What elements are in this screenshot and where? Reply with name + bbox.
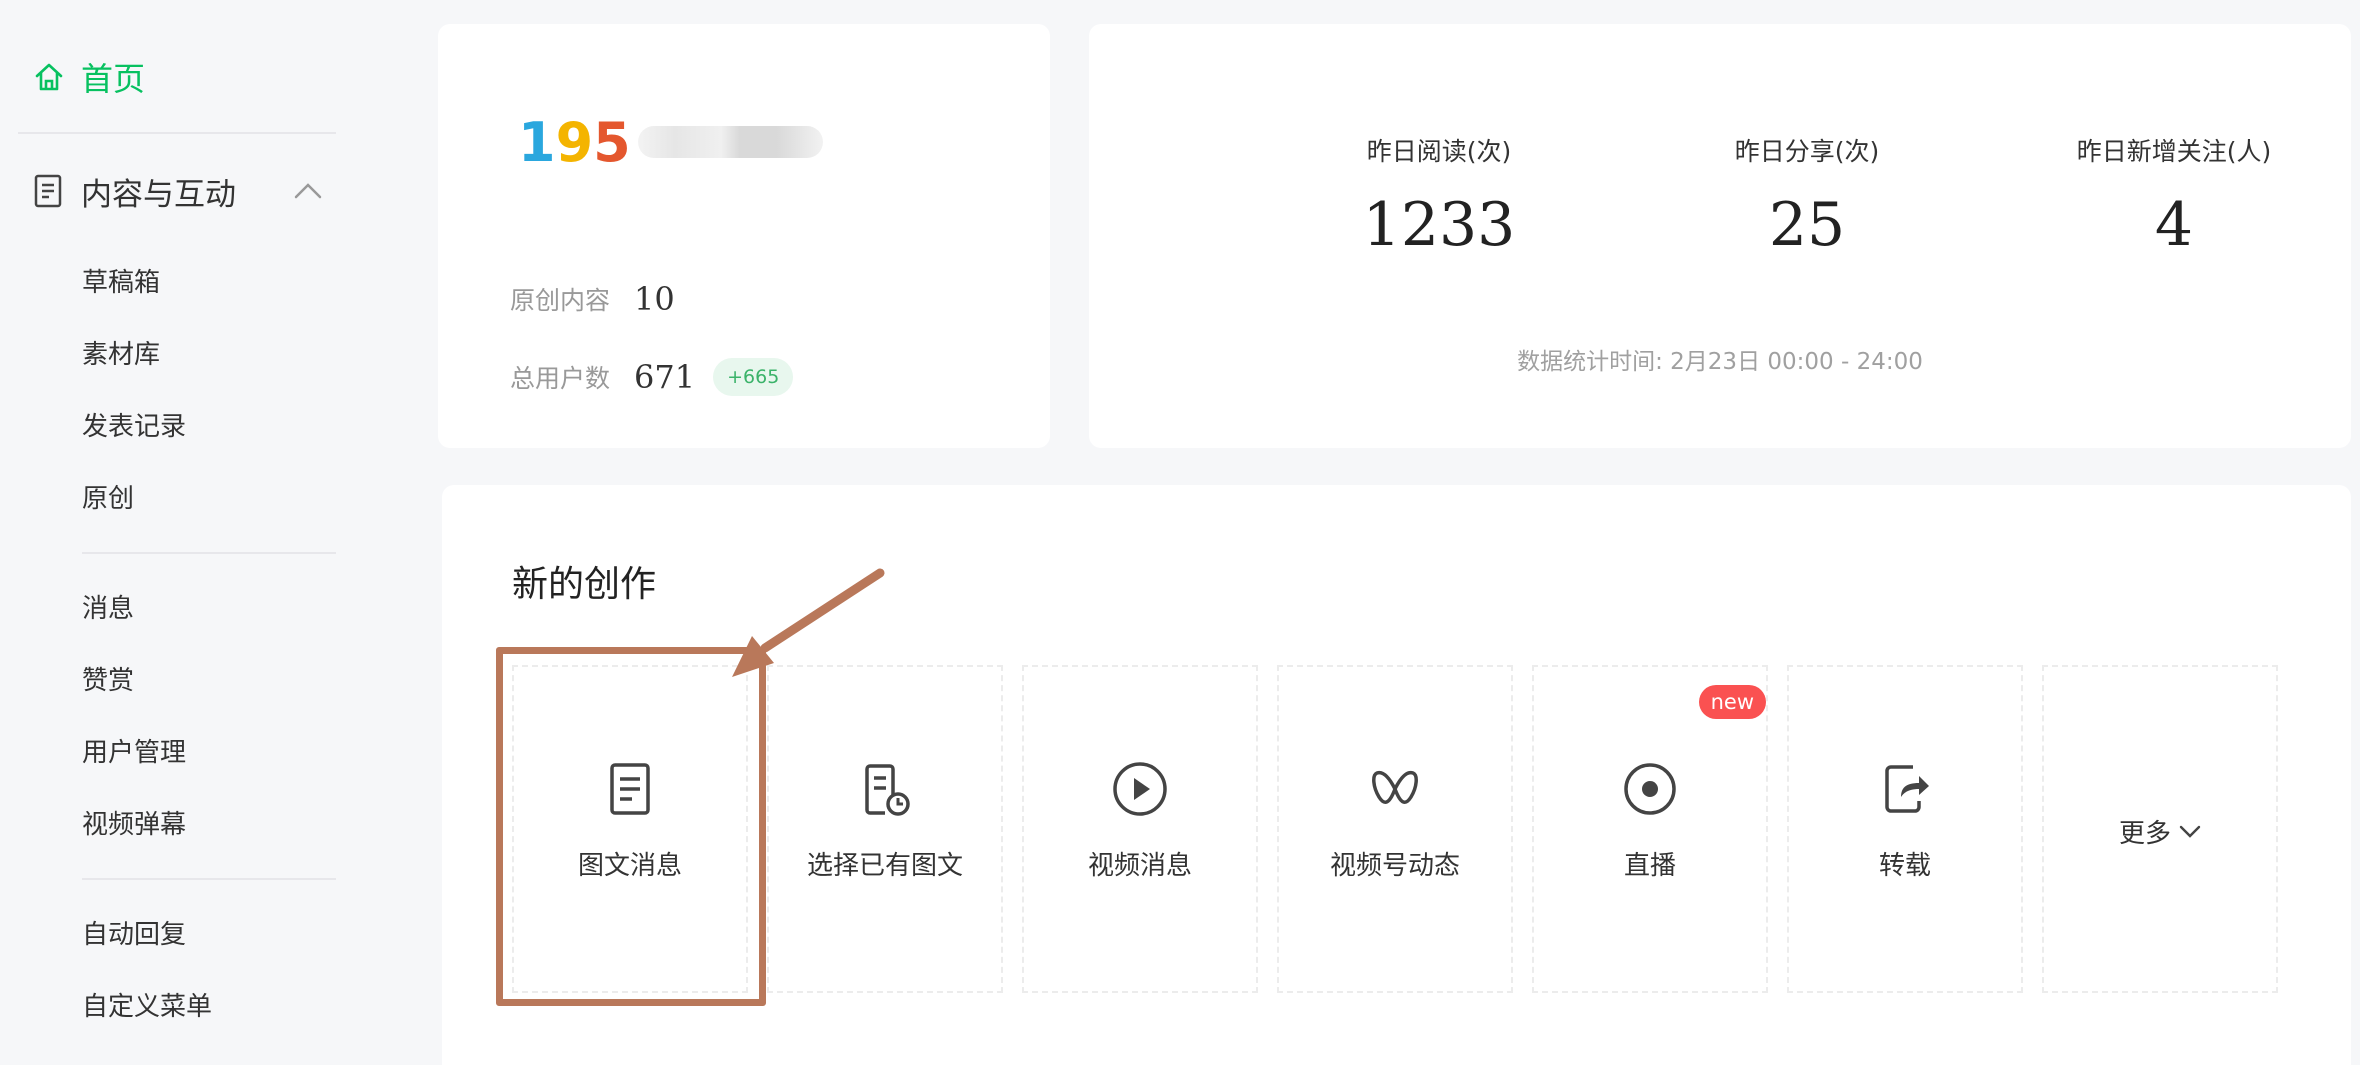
original-content-value[interactable]: 10 [634, 280, 675, 318]
stats-time-note: 数据统计时间: 2月23日 00:00 - 24:00 [1517, 349, 1923, 375]
stat-read-value: 1233 [1362, 190, 1516, 260]
chevron-down-icon [2179, 825, 2201, 838]
sidebar-item-custom-menu[interactable]: 自定义菜单 [82, 987, 212, 1027]
total-users-row: 总用户数 671 +665 [510, 358, 794, 396]
total-users-value[interactable]: 671 [634, 358, 695, 396]
stat-share-value: 25 [1768, 190, 1846, 260]
sidebar-item-publish-history[interactable]: 发表记录 [82, 407, 186, 447]
create-title: 新的创作 [512, 564, 657, 605]
sidebar-item-original[interactable]: 原创 [82, 479, 134, 519]
original-content-label: 原创内容 [510, 286, 611, 315]
total-users-label: 总用户数 [510, 364, 611, 393]
sidebar-item-rewards[interactable]: 赞赏 [82, 661, 134, 701]
tile-more[interactable]: 更多 [2042, 665, 2278, 993]
divider [82, 878, 336, 880]
users-delta-badge: +665 [713, 358, 794, 396]
play-circle-icon [1113, 762, 1167, 816]
chevron-up-icon[interactable] [293, 178, 323, 202]
stat-read-label: 昨日阅读(次) [1366, 137, 1512, 166]
stat-follow: 昨日新增关注(人) 4 [2004, 132, 2344, 260]
tile-live[interactable]: new 直播 [1532, 665, 1768, 993]
tile-select-article-label: 选择已有图文 [806, 851, 963, 881]
tile-channels-label: 视频号动态 [1329, 851, 1460, 881]
divider [82, 552, 336, 554]
document-icon [34, 174, 62, 208]
nav-section-label: 内容与互动 [81, 176, 236, 213]
sidebar-item-video-danmaku[interactable]: 视频弹幕 [82, 805, 186, 845]
tile-repost[interactable]: 转载 [1787, 665, 2023, 993]
stat-share: 昨日分享(次) 25 [1637, 132, 1977, 260]
account-card: 195 原创内容 10 总用户数 671 +665 [438, 24, 1050, 448]
tile-video-message-label: 视频消息 [1087, 851, 1192, 881]
sidebar-item-messages[interactable]: 消息 [82, 589, 134, 629]
live-icon [1624, 763, 1676, 815]
stat-follow-label: 昨日新增关注(人) [2076, 137, 2272, 166]
more-button[interactable]: 更多 [2044, 813, 2276, 850]
stats-card: 昨日阅读(次) 1233 昨日分享(次) 25 昨日新增关注(人) 4 数据统计… [1089, 24, 2351, 448]
home-icon [35, 63, 63, 91]
new-badge: new [1698, 685, 1766, 719]
sidebar: 首页 内容与互动 草稿箱 素材库 发表记录 原创 消息 赞赏 用户管理 视频弹幕… [0, 0, 360, 1065]
sidebar-item-auto-reply[interactable]: 自动回复 [82, 915, 186, 955]
more-label: 更多 [2118, 819, 2171, 849]
original-content-row: 原创内容 10 [510, 280, 675, 318]
nav-home-label: 首页 [81, 60, 146, 98]
nav-content-interaction[interactable]: 内容与互动 [33, 166, 333, 216]
nav-home[interactable]: 首页 [33, 52, 145, 102]
stat-share-label: 昨日分享(次) [1734, 137, 1880, 166]
tile-repost-label: 转载 [1878, 851, 1931, 881]
annotation-highlight-box [496, 647, 766, 1006]
tile-live-label: 直播 [1623, 851, 1676, 881]
account-logo[interactable]: 195 [518, 111, 631, 174]
divider [18, 132, 336, 134]
tile-video-message[interactable]: 视频消息 [1022, 665, 1258, 993]
channels-icon [1372, 770, 1418, 804]
stat-read: 昨日阅读(次) 1233 [1269, 132, 1609, 260]
sidebar-item-drafts[interactable]: 草稿箱 [82, 263, 160, 303]
account-name-blurred [638, 126, 823, 158]
article-clock-icon [865, 764, 910, 816]
stat-follow-value: 4 [2154, 190, 2194, 260]
tile-select-article[interactable]: 选择已有图文 [767, 665, 1003, 993]
repost-icon [1885, 765, 1929, 813]
tile-channels[interactable]: 视频号动态 [1277, 665, 1513, 993]
sidebar-item-user-management[interactable]: 用户管理 [82, 733, 186, 773]
sidebar-item-materials[interactable]: 素材库 [82, 335, 160, 375]
